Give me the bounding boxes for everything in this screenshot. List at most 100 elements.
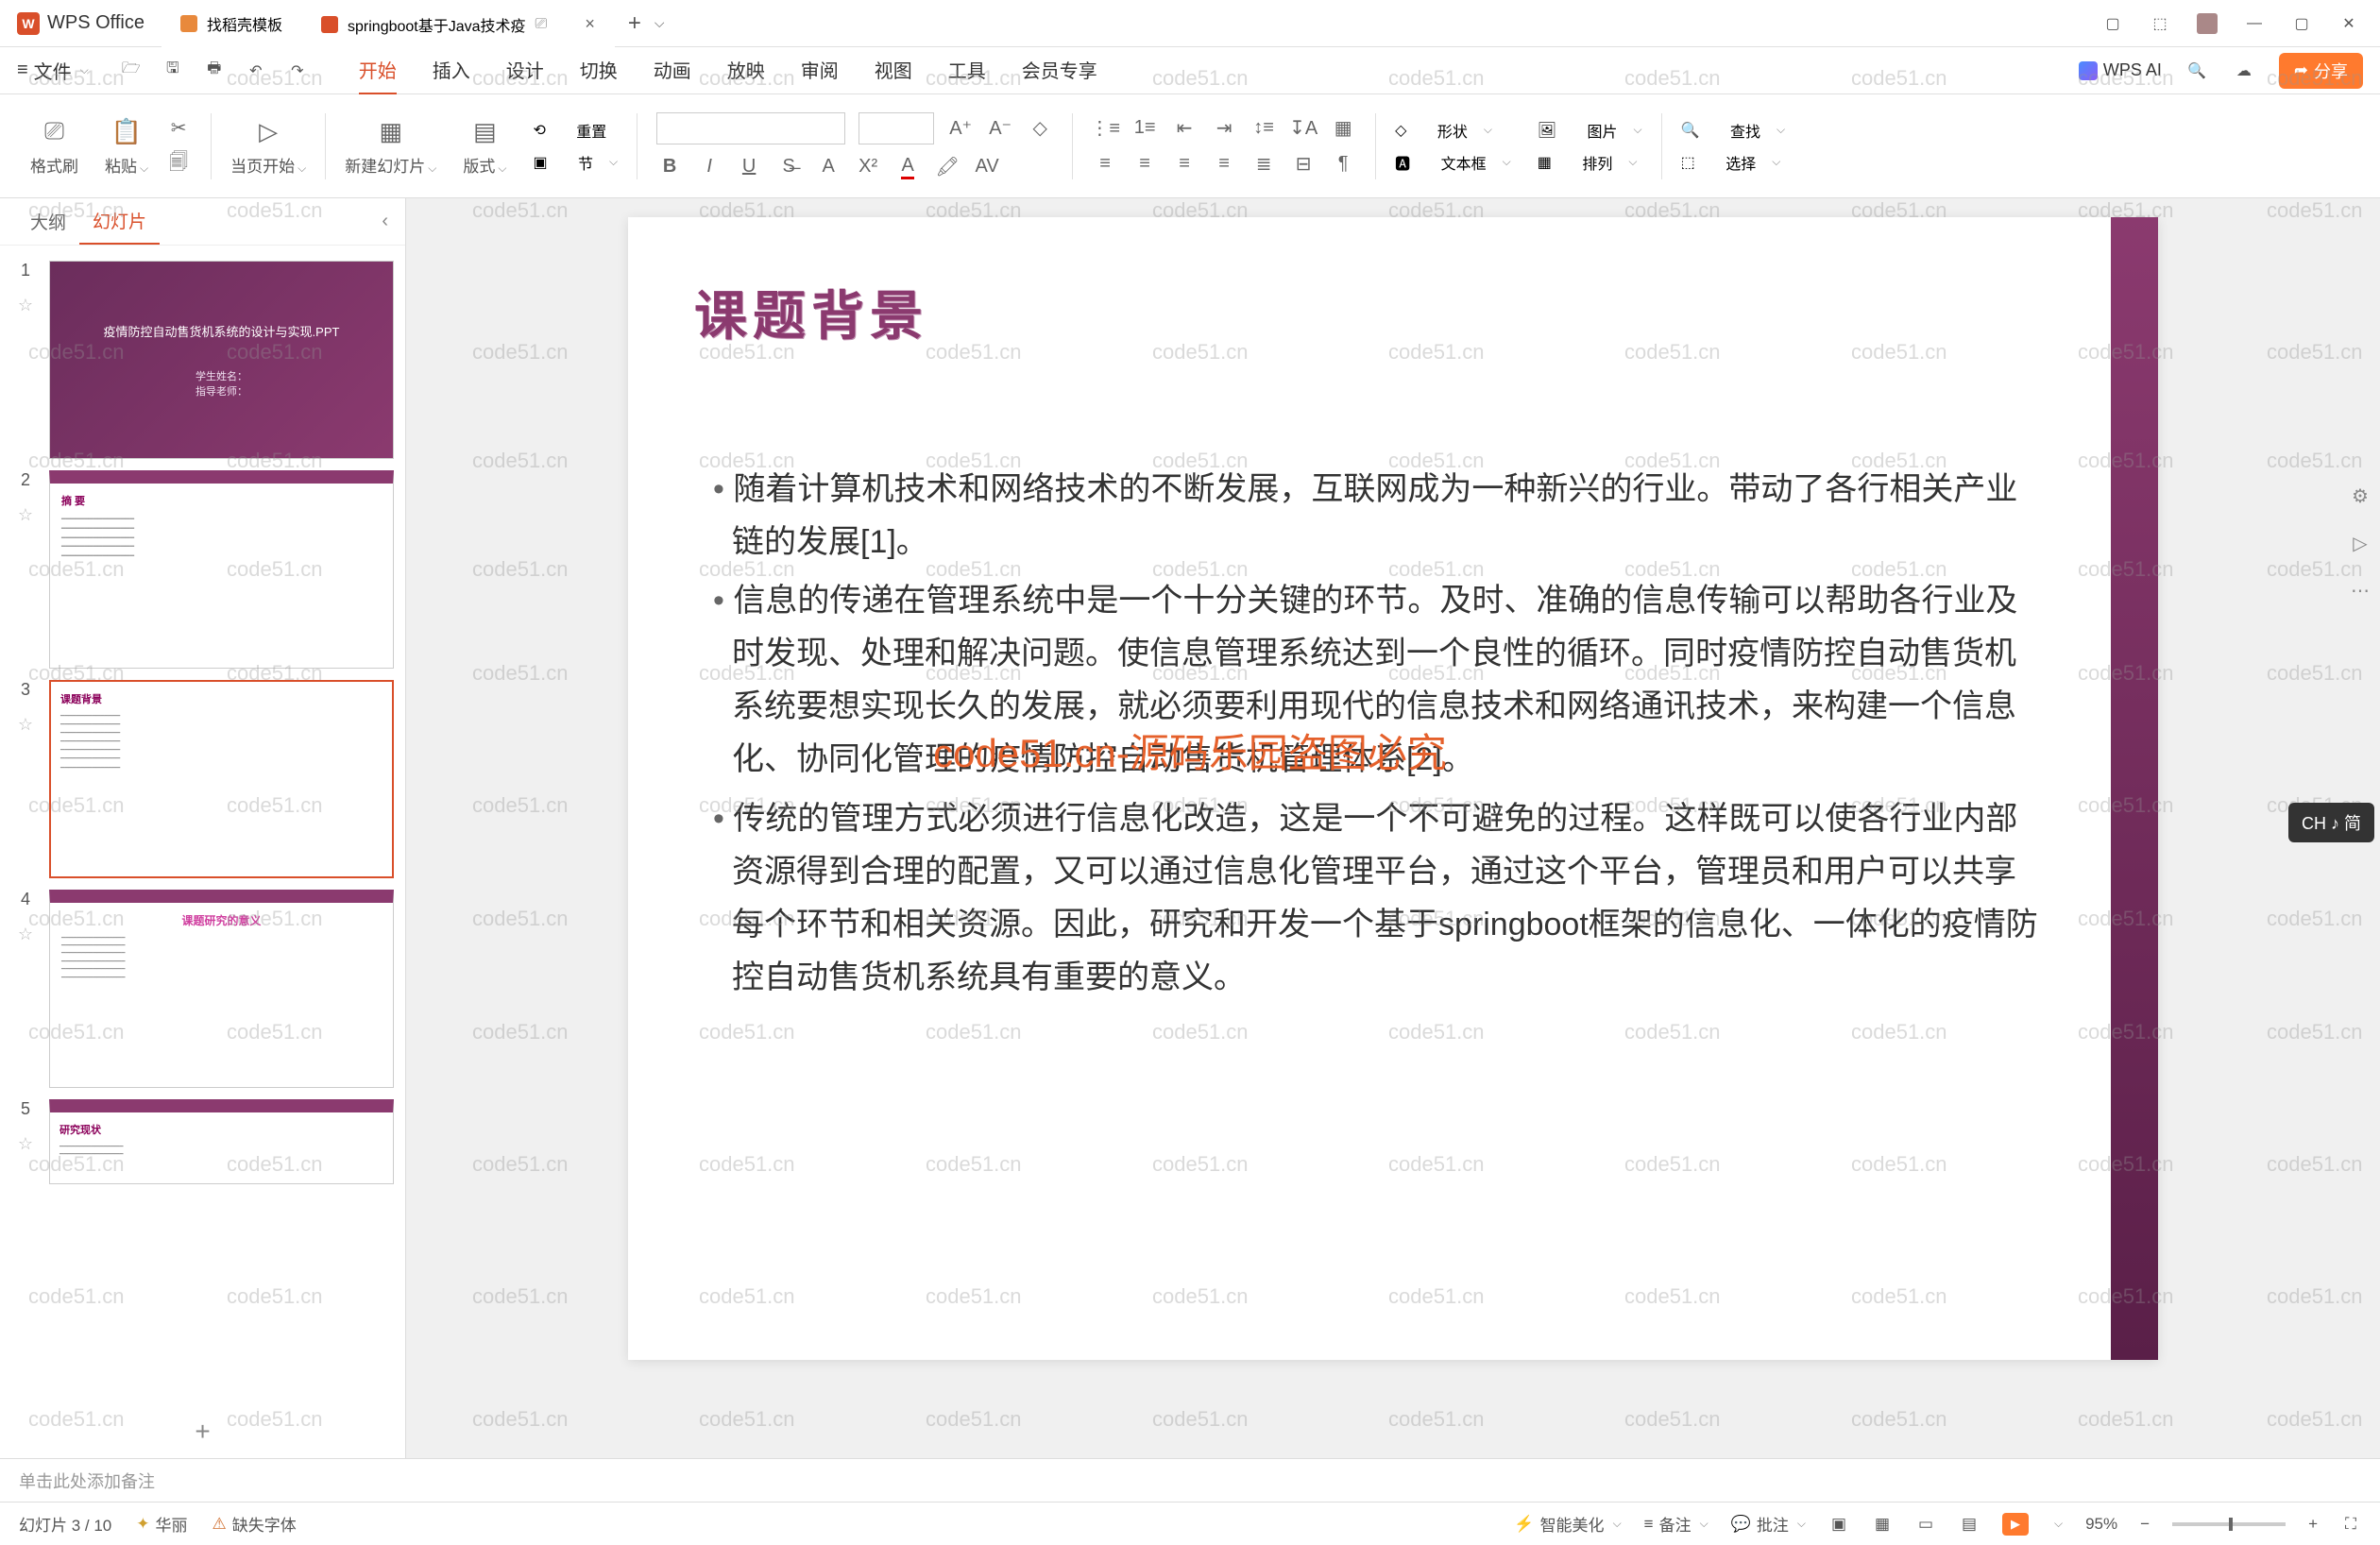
properties-icon[interactable]: ⚙ [2346, 482, 2374, 510]
thumbnail-5[interactable]: 研究现状 ━━━━━━━━━━━━━━━━━━━━━━━━━━━━━━━━ [49, 1099, 394, 1184]
file-menu[interactable]: ≡ 文件 ⌵ [17, 57, 89, 84]
arrange-button[interactable]: ▦ 排列⌵ [1538, 151, 1642, 174]
notes-bar[interactable]: 单击此处添加备注 [0, 1458, 2380, 1502]
underline-icon[interactable]: U [736, 154, 762, 180]
align-center-icon[interactable]: ≡ [1131, 151, 1158, 178]
align-right-icon[interactable]: ≡ [1171, 151, 1198, 178]
thumbnail-4[interactable]: 课题研究的意义 ━━━━━━━━━━━━━━━━━━━━━━━━━━━━━━━━… [49, 890, 394, 1088]
copy-icon[interactable]: 🗐 [165, 151, 192, 178]
picture-button[interactable]: 🖼 图片⌵ [1538, 119, 1642, 142]
print-icon[interactable]: 🖶 [202, 59, 227, 83]
missing-font-button[interactable]: ⚠缺失字体 [212, 1512, 297, 1536]
slide-title[interactable]: 课题背景 [694, 274, 928, 350]
notes-toggle[interactable]: ≡备注⌵ [1644, 1512, 1708, 1536]
slide-body[interactable]: 随着计算机技术和网络技术的不断发展，互联网成为一种新兴的行业。带动了各行相关产业… [694, 463, 2045, 1010]
section-button[interactable]: ▣ 节⌵ [533, 151, 618, 174]
star-icon[interactable]: ☆ [18, 925, 33, 944]
shape-button[interactable]: ◇ 形状⌵ [1395, 119, 1511, 142]
theme-indicator[interactable]: ✦华丽 [136, 1512, 187, 1536]
textbox-button[interactable]: 🅰 文本框⌵ [1395, 151, 1511, 174]
zoom-slider[interactable] [2172, 1522, 2286, 1526]
tab-view[interactable]: 视图 [875, 46, 912, 94]
layout-button[interactable]: ▤ 版式⌵ [463, 115, 506, 177]
cut-icon[interactable]: ✂ [165, 115, 192, 142]
text-effect-icon[interactable]: A [815, 154, 842, 180]
paste-button[interactable]: 📋 粘贴⌵ [105, 115, 148, 177]
cloud-icon[interactable]: ☁ [2232, 59, 2256, 83]
tab-transition[interactable]: 切换 [580, 46, 618, 94]
new-slide-button[interactable]: ▦ 新建幻灯片⌵ [345, 115, 436, 177]
thumbnail-1[interactable]: 疫情防控自动售货机系统的设计与实现.PPT 学生姓名： 指导老师： [49, 261, 394, 459]
thumbnail-2[interactable]: 摘 要 ━━━━━━━━━━━━━━━━━━━━━━━━━━━━━━━━━━━━… [49, 470, 394, 669]
redo-icon[interactable]: ↷ [285, 59, 310, 83]
open-icon[interactable]: 🗁 [119, 59, 144, 83]
smart-beautify-button[interactable]: ⚡智能美化⌵ [1514, 1512, 1621, 1536]
slide-canvas[interactable]: 课题背景 随着计算机技术和网络技术的不断发展，互联网成为一种新兴的行业。带动了各… [628, 217, 2158, 1360]
text-direction-icon[interactable]: ↧A [1290, 115, 1317, 142]
rtl-icon[interactable]: ¶ [1330, 151, 1356, 178]
line-spacing-icon[interactable]: ↕≡ [1250, 115, 1277, 142]
clear-format-icon[interactable]: ◇ [1027, 115, 1053, 142]
close-icon[interactable]: × [585, 14, 595, 34]
tab-tools[interactable]: 工具 [948, 46, 986, 94]
slideshow-button[interactable]: ▶ [2002, 1513, 2029, 1536]
find-button[interactable]: 🔍 查找⌵ [1681, 119, 1786, 142]
columns-icon[interactable]: ▦ [1330, 115, 1356, 142]
close-window-button[interactable]: ✕ [2338, 13, 2359, 34]
numbering-icon[interactable]: 1≡ [1131, 115, 1158, 142]
minimize-button[interactable]: — [2244, 13, 2265, 34]
reading-view-icon[interactable]: ▭ [1915, 1514, 1936, 1535]
zoom-in-icon[interactable]: + [2308, 1515, 2318, 1534]
notes-view-icon[interactable]: ▤ [1959, 1514, 1980, 1535]
add-slide-button[interactable]: + [0, 1405, 405, 1458]
align-justify-icon[interactable]: ≡ [1211, 151, 1237, 178]
outline-tab[interactable]: 大纲 [17, 199, 79, 244]
grid-icon[interactable]: ▢ [2102, 13, 2123, 34]
vertical-align-icon[interactable]: ⊟ [1290, 151, 1317, 178]
avatar-icon[interactable] [2197, 13, 2218, 34]
increase-font-icon[interactable]: A⁺ [947, 115, 974, 142]
star-icon[interactable]: ☆ [18, 505, 33, 525]
font-family-select[interactable] [656, 112, 845, 144]
indent-left-icon[interactable]: ⇤ [1171, 115, 1198, 142]
comments-toggle[interactable]: 💬批注⌵ [1731, 1512, 1806, 1536]
font-color-icon[interactable]: A [894, 154, 921, 180]
star-icon[interactable]: ☆ [18, 296, 33, 315]
align-left-icon[interactable]: ≡ [1092, 151, 1118, 178]
char-spacing-icon[interactable]: AV [974, 154, 1000, 180]
superscript-icon[interactable]: X² [855, 154, 881, 180]
align-distribute-icon[interactable]: ≣ [1250, 151, 1277, 178]
slides-tab[interactable]: 幻灯片 [79, 198, 160, 245]
tab-review[interactable]: 审阅 [801, 46, 839, 94]
zoom-out-icon[interactable]: − [2140, 1515, 2150, 1534]
slideshow-dropdown[interactable]: ⌵ [2054, 1517, 2063, 1531]
save-icon[interactable]: 🖫 [161, 59, 185, 83]
indent-right-icon[interactable]: ⇥ [1211, 115, 1237, 142]
select-button[interactable]: ⬚ 选择⌵ [1681, 151, 1786, 174]
bold-icon[interactable]: B [656, 154, 683, 180]
tab-document[interactable]: springboot基于Java技术疫 ⎚ × [302, 0, 615, 47]
zoom-value[interactable]: 95% [2085, 1515, 2117, 1534]
font-size-select[interactable] [858, 112, 934, 144]
tab-dropdown-icon[interactable]: ⌵ [654, 15, 665, 31]
more-icon[interactable]: ⋯ [2346, 576, 2374, 604]
strike-icon[interactable]: S̶ [775, 154, 802, 180]
cube-icon[interactable]: ⬚ [2150, 13, 2170, 34]
reset-button[interactable]: ⟲ 重置 [533, 119, 618, 142]
sorter-view-icon[interactable]: ▦ [1872, 1514, 1893, 1535]
tab-templates[interactable]: 找稻壳模板 [162, 0, 302, 47]
decrease-font-icon[interactable]: A⁻ [987, 115, 1013, 142]
highlight-icon[interactable]: 🖍 [934, 154, 960, 180]
star-icon[interactable]: ☆ [18, 715, 33, 735]
collapse-icon[interactable]: ‹ [382, 211, 388, 232]
tab-slideshow[interactable]: 放映 [727, 46, 765, 94]
tab-home[interactable]: 开始 [359, 46, 397, 94]
search-icon[interactable]: 🔍 [2184, 59, 2209, 83]
maximize-button[interactable]: ▢ [2291, 13, 2312, 34]
share-button[interactable]: ➦ 分享 [2279, 53, 2363, 89]
tab-design[interactable]: 设计 [506, 46, 544, 94]
italic-icon[interactable]: I [696, 154, 722, 180]
new-tab-button[interactable]: + [615, 10, 654, 37]
fit-icon[interactable]: ⛶ [2340, 1514, 2361, 1535]
format-brush-button[interactable]: ⎚ 格式刷 [30, 115, 78, 177]
